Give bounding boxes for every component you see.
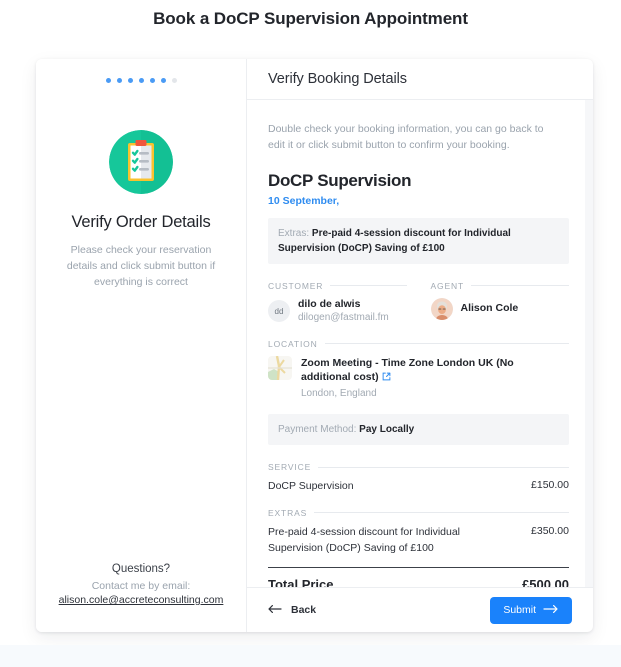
progress-dot-4 [138, 77, 144, 83]
page-title: Book a DoCP Supervision Appointment [153, 9, 468, 28]
agent-avatar [430, 297, 453, 320]
service-row-desc: DoCP Supervision [268, 480, 354, 493]
location-name-text: Zoom Meeting - Time Zone London UK (No a… [301, 356, 514, 384]
progress-dot-5 [149, 77, 155, 83]
questions-label: Questions? [111, 563, 171, 575]
payment-method-box: Payment Method: Pay Locally [268, 414, 569, 446]
service-row-amount: £150.00 [531, 479, 569, 492]
customer-section-header: CUSTOMER [268, 281, 407, 291]
arrow-right-icon [543, 604, 559, 617]
progress-dot-1 [105, 77, 111, 83]
progress-dots [105, 75, 177, 85]
payment-method-label: Payment Method: [278, 424, 357, 436]
extras-section-label: EXTRAS [268, 507, 308, 518]
total-row: Total Price £500.00 [268, 577, 569, 587]
location-name: Zoom Meeting - Time Zone London UK (No a… [301, 356, 561, 386]
agent-section-label: AGENT [430, 280, 465, 291]
service-section-label: SERVICE [268, 462, 312, 473]
page-bottom-strip [0, 645, 621, 667]
contact-email-link[interactable]: alison.cole@accreteconsulting.com [59, 594, 224, 606]
arrow-left-icon [268, 604, 283, 617]
card-footer: Back Submit [247, 587, 593, 632]
service-row: DoCP Supervision £150.00 [268, 479, 569, 495]
location-section-label: LOCATION [268, 338, 318, 349]
extras-summary-box: Extras: Pre-paid 4-session discount for … [268, 217, 569, 264]
sidebar: Verify Order Details Please check your r… [36, 59, 247, 632]
progress-dot-7 [171, 77, 177, 83]
customer-rule [330, 285, 407, 287]
service-rule [318, 466, 569, 468]
agent-section-header: AGENT [430, 280, 569, 291]
sidebar-help-text: Please check your reservation details an… [66, 244, 216, 288]
extras-summary-label: Extras: [278, 227, 310, 239]
content-header: Verify Booking Details [247, 59, 593, 100]
customer-section-label: CUSTOMER [268, 280, 324, 291]
clipboard-checklist-icon [109, 130, 173, 199]
booking-card: Verify Order Details Please check your r… [36, 59, 593, 632]
extras-section-header: EXTRAS [268, 508, 569, 518]
location-rule [324, 343, 569, 345]
scrollbar-track[interactable] [585, 100, 593, 587]
people-row: CUSTOMER dd dilo de alwis dilogen@fastma… [268, 281, 569, 325]
intro-text: Double check your booking information, y… [268, 123, 544, 152]
map-thumbnail-icon [268, 355, 292, 380]
total-divider [268, 567, 569, 569]
location-section-header: LOCATION [268, 339, 569, 349]
total-label: Total Price [268, 577, 334, 587]
customer-email: dilogen@fastmail.fm [298, 312, 389, 324]
payment-method-value: Pay Locally [359, 424, 415, 436]
total-amount: £500.00 [522, 577, 569, 587]
content-panel: Verify Booking Details Double check your… [247, 59, 593, 632]
extras-summary-value: Pre-paid 4-session discount for Individu… [278, 227, 511, 254]
external-link-icon[interactable] [382, 371, 391, 386]
extras-rule [314, 512, 569, 514]
page-root: Book a DoCP Supervision Appointment Veri… [0, 0, 621, 667]
extras-row-amount: £350.00 [531, 524, 569, 537]
service-section-header: SERVICE [268, 462, 569, 472]
service-title: DoCP Supervision [268, 170, 412, 190]
progress-dot-3 [127, 77, 133, 83]
location-sub: London, England [301, 388, 377, 400]
progress-dot-6 [160, 77, 166, 83]
customer-block: CUSTOMER dd dilo de alwis dilogen@fastma… [268, 281, 407, 325]
contact-label: Contact me by email: [91, 580, 191, 592]
service-date: 10 September, [268, 194, 340, 207]
submit-button-label: Submit [503, 604, 536, 616]
sidebar-heading: Verify Order Details [71, 213, 211, 231]
booking-details-scroll-area[interactable]: Double check your booking information, y… [247, 100, 593, 587]
agent-block: AGENT Alison Cole [430, 280, 570, 325]
customer-person: dd dilo de alwis dilogen@fastmail.fm [268, 298, 407, 325]
agent-rule [471, 285, 569, 287]
extras-row: Pre-paid 4-session discount for Individu… [268, 525, 569, 557]
back-button-label: Back [291, 604, 317, 616]
back-button[interactable]: Back [268, 604, 316, 617]
progress-dot-2 [116, 77, 122, 83]
customer-avatar: dd [268, 300, 290, 323]
agent-person: Alison Cole [430, 297, 570, 320]
extras-row-desc: Pre-paid 4-session discount for Individu… [268, 525, 461, 554]
agent-name: Alison Cole [460, 301, 519, 314]
submit-button[interactable]: Submit [490, 596, 572, 624]
location-row: Zoom Meeting - Time Zone London UK (No a… [268, 355, 569, 400]
customer-name: dilo de alwis [298, 297, 361, 310]
